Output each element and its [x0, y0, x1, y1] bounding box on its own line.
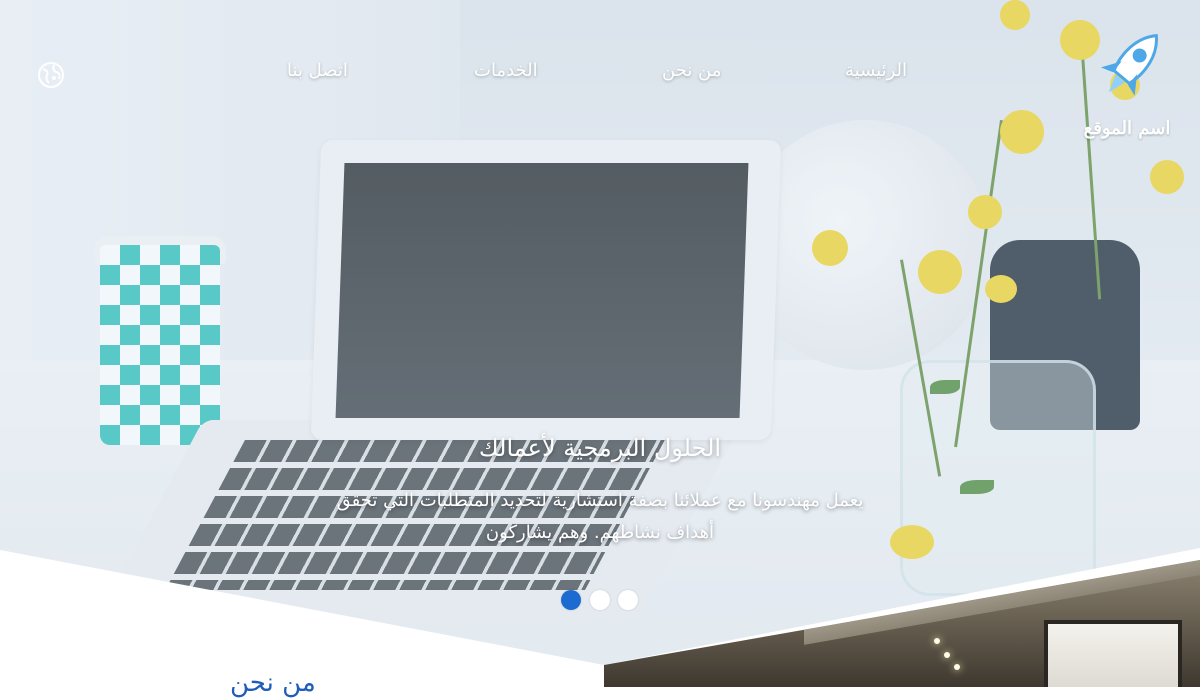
section-divider-wedge	[0, 548, 1200, 687]
about-image-lamp	[944, 652, 950, 658]
rocket-icon	[1100, 33, 1158, 96]
globe-language-icon[interactable]	[37, 61, 65, 89]
about-image-window	[1044, 620, 1182, 687]
about-image-lamp	[954, 664, 960, 670]
slider-dot-3[interactable]	[618, 590, 638, 610]
site-logo[interactable]: اسم الموقع	[1080, 22, 1180, 142]
slider-dot-2[interactable]	[590, 590, 610, 610]
nav-item-home[interactable]: الرئيسية	[845, 60, 907, 90]
nav-item-services[interactable]: الخدمات	[474, 60, 538, 90]
hero-title: الحلول البرمجية لأعمالك	[478, 434, 722, 462]
nav-item-contact[interactable]: اتصل بنا	[287, 60, 348, 90]
about-section-title: من نحن	[230, 668, 316, 698]
hero-description: يعمل مهندسونا مع عملائنا بصفة استشارية ل…	[336, 490, 864, 543]
nav-item-about[interactable]: من نحن	[662, 60, 721, 90]
site-name: اسم الموقع	[1083, 118, 1171, 139]
about-image-lamp	[934, 638, 940, 644]
slider-dot-1[interactable]	[561, 590, 581, 610]
